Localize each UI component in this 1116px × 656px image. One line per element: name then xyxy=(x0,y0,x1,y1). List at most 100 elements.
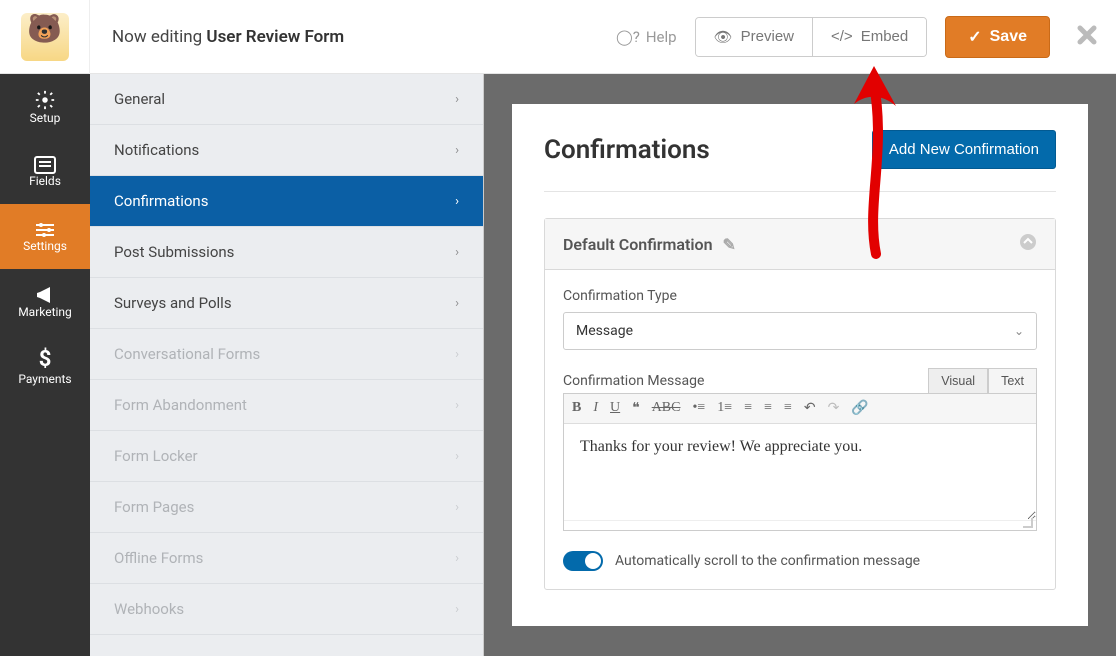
rail-label: Marketing xyxy=(18,305,72,319)
settings-item-label: Form Pages xyxy=(114,498,194,516)
rail-item-fields[interactable]: Fields xyxy=(0,139,90,204)
chevron-right-icon: › xyxy=(455,398,459,413)
editor-toolbar: B I U ❝ ABC •≡ 1≡ ≡ ≡ ≡ ↶ ↷ 🔗 xyxy=(564,394,1036,424)
settings-item-surveys-and-polls[interactable]: Surveys and Polls › xyxy=(90,278,483,329)
settings-item-conversational-forms[interactable]: Conversational Forms › xyxy=(90,329,483,380)
settings-item-form-locker[interactable]: Form Locker › xyxy=(90,431,483,482)
settings-sidebar: General›Notifications›Confirmations›Post… xyxy=(90,74,484,656)
chevron-down-icon: ⌄ xyxy=(1014,324,1024,338)
rail-item-payments[interactable]: $ Payments xyxy=(0,334,90,399)
undo-icon[interactable]: ↶ xyxy=(804,400,816,417)
numbered-list-icon[interactable]: 1≡ xyxy=(717,400,732,417)
rail-label: Setup xyxy=(30,111,61,125)
settings-item-label: Notifications xyxy=(114,141,199,159)
save-button[interactable]: ✓ Save xyxy=(945,16,1050,58)
list-icon xyxy=(34,156,56,174)
tab-text[interactable]: Text xyxy=(988,368,1037,394)
confirmation-panel: Default Confirmation ✎ Confirmation Type… xyxy=(544,218,1056,590)
close-button[interactable] xyxy=(1076,20,1098,53)
auto-scroll-row: Automatically scroll to the confirmation… xyxy=(563,551,1037,571)
type-label: Confirmation Type xyxy=(563,288,1037,304)
auto-scroll-toggle[interactable] xyxy=(563,551,603,571)
embed-label: Embed xyxy=(861,28,909,45)
rich-editor: B I U ❝ ABC •≡ 1≡ ≡ ≡ ≡ ↶ ↷ 🔗 xyxy=(563,393,1037,531)
preview-embed-group: 👁 Preview </> Embed xyxy=(695,17,928,57)
settings-item-confirmations[interactable]: Confirmations › xyxy=(90,176,483,227)
settings-item-label: General xyxy=(114,90,165,108)
settings-item-notifications[interactable]: Notifications› xyxy=(90,125,483,176)
chevron-right-icon: › xyxy=(455,194,459,209)
quote-icon[interactable]: ❝ xyxy=(632,400,640,417)
panel-title: Default Confirmation xyxy=(563,235,713,254)
settings-item-offline-forms[interactable]: Offline Forms› xyxy=(90,533,483,584)
save-label: Save xyxy=(990,28,1027,46)
settings-item-label: Conversational Forms xyxy=(114,345,260,363)
eye-icon: 👁 xyxy=(714,28,733,46)
auto-scroll-label: Automatically scroll to the confirmation… xyxy=(615,553,920,569)
link-icon[interactable]: 🔗 xyxy=(851,400,868,417)
pencil-icon[interactable]: ✎ xyxy=(723,235,736,254)
align-right-icon[interactable]: ≡ xyxy=(784,400,792,417)
chevron-right-icon: › xyxy=(455,347,459,362)
content-card: Confirmations Add New Confirmation Defau… xyxy=(512,104,1088,626)
code-icon: </> xyxy=(831,28,853,45)
align-center-icon[interactable]: ≡ xyxy=(764,400,772,417)
settings-item-general[interactable]: General › xyxy=(90,74,483,125)
settings-item-form-pages[interactable]: Form Pages › xyxy=(90,482,483,533)
rail-item-marketing[interactable]: Marketing xyxy=(0,269,90,334)
dollar-icon: $ xyxy=(39,347,52,372)
confirmation-type-select[interactable]: Message ⌄ xyxy=(563,312,1037,350)
top-bar: 🐻 Now editing User Review Form ◯? Help 👁… xyxy=(0,0,1116,74)
chevron-right-icon: › xyxy=(455,500,459,515)
editor-textarea[interactable]: Thanks for your review! We appreciate yo… xyxy=(564,424,1036,520)
panel-body: Confirmation Type Message ⌄ Confirmation… xyxy=(545,270,1055,589)
panel-header[interactable]: Default Confirmation ✎ xyxy=(545,219,1055,270)
rail-item-setup[interactable]: Setup xyxy=(0,74,90,139)
editing-label: Now editing User Review Form xyxy=(90,27,344,47)
bold-icon[interactable]: B xyxy=(572,400,581,417)
rail-label: Settings xyxy=(23,239,67,253)
collapse-icon[interactable] xyxy=(1019,233,1037,255)
chevron-right-icon: › xyxy=(455,92,459,107)
preview-button[interactable]: 👁 Preview xyxy=(696,18,812,56)
settings-item-label: Post Submissions xyxy=(114,243,234,261)
main: Setup Fields Settings Marketing $ Paymen… xyxy=(0,74,1116,656)
settings-item-label: Confirmations xyxy=(114,192,208,210)
rail-label: Payments xyxy=(18,372,71,386)
editor-tabs: Visual Text xyxy=(928,368,1037,394)
x-icon xyxy=(1076,24,1098,46)
form-name: User Review Form xyxy=(206,27,344,47)
chevron-right-icon: › xyxy=(455,245,459,260)
underline-icon[interactable]: U xyxy=(610,400,620,417)
add-confirmation-button[interactable]: Add New Confirmation xyxy=(872,130,1056,169)
chevron-right-icon: › xyxy=(455,551,459,566)
message-label: Confirmation Message xyxy=(563,373,704,389)
help-link[interactable]: ◯? Help xyxy=(616,28,677,46)
settings-item-post-submissions[interactable]: Post Submissions › xyxy=(90,227,483,278)
redo-icon[interactable]: ↷ xyxy=(828,400,840,417)
resize-handle[interactable] xyxy=(564,520,1036,530)
page-title: Confirmations xyxy=(544,135,710,165)
settings-item-form-abandonment[interactable]: Form Abandonment › xyxy=(90,380,483,431)
left-rail: Setup Fields Settings Marketing $ Paymen… xyxy=(0,74,90,656)
settings-item-webhooks[interactable]: Webhooks› xyxy=(90,584,483,635)
chevron-right-icon: › xyxy=(455,449,459,464)
select-value: Message xyxy=(576,323,633,339)
strikethrough-icon[interactable]: ABC xyxy=(652,400,681,417)
chevron-right-icon: › xyxy=(455,296,459,311)
settings-item-label: Form Locker xyxy=(114,447,198,465)
gear-icon xyxy=(34,89,56,111)
settings-item-label: Form Abandonment xyxy=(114,396,247,414)
align-left-icon[interactable]: ≡ xyxy=(744,400,752,417)
help-label: Help xyxy=(646,28,677,46)
rail-label: Fields xyxy=(29,174,61,188)
settings-item-label: Surveys and Polls xyxy=(114,294,232,312)
italic-icon[interactable]: I xyxy=(593,400,598,417)
bear-logo-icon: 🐻 xyxy=(21,13,69,61)
bullet-list-icon[interactable]: •≡ xyxy=(692,400,705,417)
chevron-right-icon: › xyxy=(455,602,459,617)
embed-button[interactable]: </> Embed xyxy=(812,18,926,56)
rail-item-settings[interactable]: Settings xyxy=(0,204,90,269)
tab-visual[interactable]: Visual xyxy=(928,368,988,394)
bullhorn-icon xyxy=(34,285,56,305)
